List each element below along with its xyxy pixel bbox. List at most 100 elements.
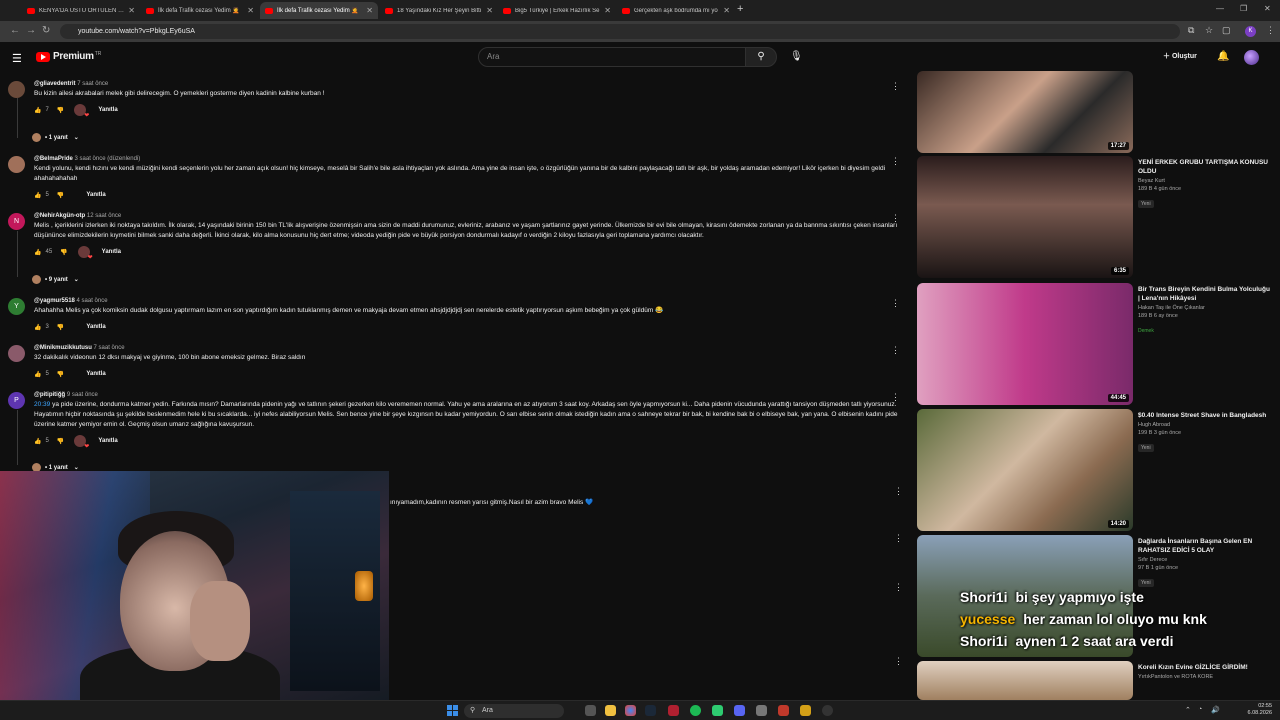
volume-icon[interactable]: 🔊: [1211, 706, 1220, 714]
browser-tab[interactable]: 18 Yaşındaki Kız Her Şeyin Bitti ✕: [380, 2, 498, 19]
video-title[interactable]: YENİ ERKEK GRUBU TARTIŞMA KONUSU OLDU: [1138, 158, 1273, 176]
app-icon[interactable]: [800, 705, 811, 716]
channel-name[interactable]: YırtıkPantolon ve ROTA KORE: [1138, 674, 1273, 680]
reply-button[interactable]: Yanıtla: [86, 371, 105, 377]
video-thumbnail[interactable]: 14:20: [917, 409, 1133, 531]
close-tab-icon[interactable]: ✕: [486, 6, 493, 15]
video-thumbnail[interactable]: 6:35: [917, 156, 1133, 278]
thumbs-up-icon[interactable]: 👍: [34, 371, 41, 378]
comment-author[interactable]: @Minikmuzikkutusu: [34, 345, 92, 351]
close-tab-icon[interactable]: ✕: [604, 6, 611, 15]
commenter-avatar[interactable]: [8, 156, 25, 173]
channel-name[interactable]: Hugh Abroad: [1138, 422, 1273, 428]
channel-name[interactable]: Sıfır Derece: [1138, 557, 1273, 563]
comment-options-icon[interactable]: ⋮: [894, 582, 903, 593]
video-title[interactable]: Dağlarda İnsanların Başına Gelen EN RAHA…: [1138, 537, 1273, 555]
thumbs-up-icon[interactable]: 👍: [34, 107, 41, 114]
thumbs-up-icon[interactable]: 👍: [34, 249, 41, 256]
thumbs-down-icon[interactable]: 👎: [57, 371, 64, 378]
reply-button[interactable]: Yanıtla: [102, 249, 121, 255]
video-thumbnail[interactable]: 44:45: [917, 283, 1133, 405]
comment-author[interactable]: @gliavedentrit: [34, 81, 76, 87]
commenter-avatar[interactable]: N: [8, 213, 25, 230]
browser-tab[interactable]: Gerçekten aşk bodrumda mı yo ✕: [617, 2, 735, 19]
commenter-avatar[interactable]: [8, 81, 25, 98]
thumbs-up-icon[interactable]: 👍: [34, 324, 41, 331]
video-title[interactable]: $0.40 Intense Street Shave in Bangladesh: [1138, 411, 1273, 420]
thumbs-down-icon[interactable]: 👎: [57, 192, 64, 199]
video-timestamp-link[interactable]: 20:39: [34, 401, 50, 408]
search-input[interactable]: Ara: [478, 47, 746, 67]
channel-name[interactable]: Hakan Taş ile Öne Çıkanlar: [1138, 305, 1273, 311]
browser-tab[interactable]: İlk defa Trafik cezası Yedim 🤦 ✕: [141, 2, 259, 19]
chrome-icon[interactable]: [625, 705, 636, 716]
comment-author[interactable]: @NehirAkgün-otp: [34, 213, 85, 219]
spotify-icon[interactable]: [690, 705, 701, 716]
comment-options-icon[interactable]: ⋮: [891, 392, 900, 403]
commenter-avatar[interactable]: Y: [8, 298, 25, 315]
discord-icon[interactable]: [734, 705, 745, 716]
youtube-premium-logo[interactable]: Premium TR: [36, 51, 101, 62]
recommended-video[interactable]: 17:27: [917, 30, 1277, 153]
app-icon[interactable]: [712, 705, 723, 716]
recommended-video[interactable]: 6:35 YENİ ERKEK GRUBU TARTIŞMA KONUSU OL…: [917, 156, 1277, 278]
back-icon[interactable]: ←: [10, 25, 20, 36]
video-title[interactable]: Koreli Kızın Evine GİZLİCE GİRDİM!: [1138, 663, 1273, 672]
recommended-video[interactable]: 44:45 Bir Trans Bireyin Kendini Bulma Yo…: [917, 283, 1277, 405]
comment-options-icon[interactable]: ⋮: [894, 656, 903, 667]
thumbs-up-icon[interactable]: 👍: [34, 192, 41, 199]
recommended-video[interactable]: Koreli Kızın Evine GİZLİCE GİRDİM! Yırtı…: [917, 661, 1277, 700]
thumbs-down-icon[interactable]: 👎: [57, 107, 64, 114]
thumbs-down-icon[interactable]: 👎: [57, 438, 64, 445]
video-title[interactable]: Bir Trans Bireyin Kendini Bulma Yolculuğ…: [1138, 285, 1273, 303]
comment-author[interactable]: @BelmaPride: [34, 156, 73, 162]
commenter-avatar[interactable]: [8, 345, 25, 362]
chevron-up-icon[interactable]: ⌃: [1185, 706, 1191, 714]
close-window-icon[interactable]: ✕: [1264, 4, 1271, 13]
comment-options-icon[interactable]: ⋮: [891, 213, 900, 224]
browser-tab[interactable]: KENYA'DA ÜSTÜ ÖRTÜLEN KOR ✕: [22, 2, 140, 19]
comment-options-icon[interactable]: ⋮: [894, 486, 903, 497]
comment-options-icon[interactable]: ⋮: [891, 81, 900, 92]
new-tab-button[interactable]: +: [737, 3, 743, 15]
maximize-icon[interactable]: ❐: [1240, 4, 1247, 13]
reply-button[interactable]: Yanıtla: [86, 192, 105, 198]
hamburger-menu-icon[interactable]: ☰: [12, 52, 22, 65]
close-tab-icon[interactable]: ✕: [247, 6, 254, 15]
comment-options-icon[interactable]: ⋮: [891, 345, 900, 356]
file-explorer-icon[interactable]: [605, 705, 616, 716]
comment-author[interactable]: @pitipitiğğ: [34, 392, 65, 398]
channel-name[interactable]: Beyaz Kurt: [1138, 178, 1273, 184]
search-button[interactable]: ⚲: [745, 47, 777, 67]
browser-tab-active[interactable]: İlk defa Trafik cezası Yedim 🤦 ✕: [260, 2, 378, 19]
forward-icon[interactable]: →: [26, 25, 36, 36]
browser-tab[interactable]: Big5 Türkiye | Erkek Hazırlık Se ✕: [498, 2, 616, 19]
minimize-icon[interactable]: —: [1216, 4, 1224, 13]
close-tab-icon[interactable]: ✕: [723, 6, 730, 15]
steam-icon[interactable]: [645, 705, 656, 716]
thumbs-down-icon[interactable]: 👎: [57, 324, 64, 331]
close-tab-icon[interactable]: ✕: [128, 6, 135, 15]
reply-button[interactable]: Yanıtla: [98, 107, 117, 113]
comment-options-icon[interactable]: ⋮: [891, 156, 900, 167]
thumbs-down-icon[interactable]: 👎: [60, 249, 67, 256]
opera-icon[interactable]: [668, 705, 679, 716]
comment-options-icon[interactable]: ⋮: [891, 298, 900, 309]
task-view-icon[interactable]: [585, 705, 596, 716]
video-thumbnail[interactable]: 17:27: [917, 71, 1133, 153]
close-tab-icon[interactable]: ✕: [366, 6, 373, 15]
comment-author[interactable]: @yagmur5518: [34, 298, 75, 304]
taskbar-search[interactable]: ⚲ Ara: [464, 704, 564, 718]
comment-options-icon[interactable]: ⋮: [894, 533, 903, 544]
windows-start-icon[interactable]: [447, 705, 458, 716]
view-replies-button[interactable]: • 1 yanıt ⌄: [32, 133, 79, 142]
reply-button[interactable]: Yanıtla: [98, 438, 117, 444]
commenter-avatar[interactable]: P: [8, 392, 25, 409]
video-thumbnail[interactable]: [917, 661, 1133, 700]
microphone-icon[interactable]: 🎙: [790, 51, 803, 62]
network-icon[interactable]: ◔: [1198, 706, 1202, 713]
settings-icon[interactable]: [756, 705, 767, 716]
recommended-video[interactable]: 14:20 $0.40 Intense Street Shave in Bang…: [917, 409, 1277, 531]
obs-icon[interactable]: [822, 705, 833, 716]
view-replies-button[interactable]: • 9 yanıt ⌄: [32, 275, 79, 284]
